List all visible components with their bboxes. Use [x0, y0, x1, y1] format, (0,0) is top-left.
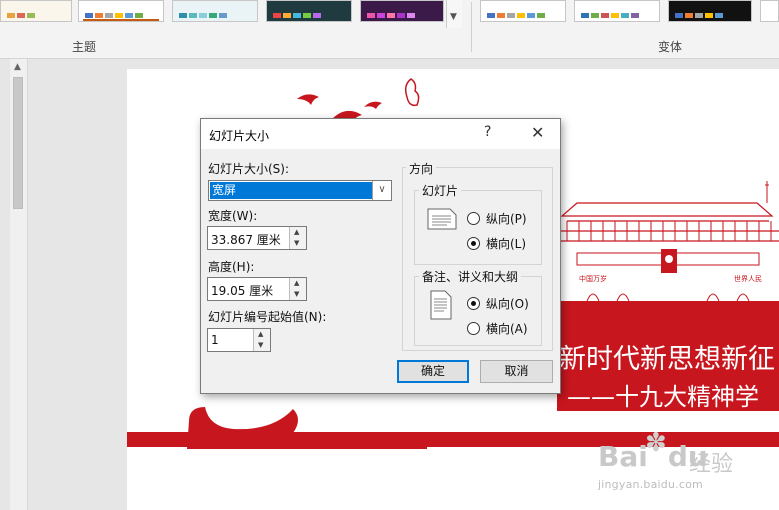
slide-size-value: 宽屏 [210, 182, 373, 199]
spin-down-icon[interactable]: ▼ [258, 341, 263, 349]
variant-thumbnail-1[interactable] [480, 0, 566, 22]
chevron-down-icon[interactable]: ∨ [372, 181, 391, 200]
width-spin-buttons[interactable]: ▲ ▼ [289, 227, 306, 249]
slides-group-label: 幻灯片 [419, 182, 462, 199]
variant-thumbnail-2[interactable] [574, 0, 660, 22]
start-spin-buttons[interactable]: ▲ ▼ [253, 329, 270, 351]
theme-thumbnail-2[interactable] [78, 0, 164, 22]
start-number-value[interactable]: 1 [211, 333, 219, 347]
notes-group-label: 备注、讲义和大纲 [419, 268, 522, 285]
height-value[interactable]: 19.05 厘米 [211, 282, 273, 299]
portrait-page-icon [430, 290, 452, 320]
spin-down-icon[interactable]: ▼ [294, 290, 299, 298]
slides-landscape-label[interactable]: 横向(L) [486, 235, 526, 252]
spin-up-icon[interactable]: ▲ [294, 279, 299, 287]
help-button[interactable]: ? [484, 124, 491, 140]
jingyan-text: 经验 [689, 452, 734, 477]
vertical-scrollbar[interactable]: ▲ [10, 59, 28, 510]
slides-portrait-label[interactable]: 纵向(P) [486, 210, 527, 227]
watermark-url: jingyan.baidu.com [598, 478, 703, 491]
chevron-down-icon: ▼ [450, 12, 457, 22]
scrollbar-thumb[interactable] [13, 77, 23, 209]
theme-thumbnail-5[interactable] [360, 0, 444, 22]
slides-landscape-radio[interactable] [467, 237, 480, 250]
notes-portrait-radio[interactable] [467, 297, 480, 310]
orientation-label: 方向 [406, 160, 437, 177]
width-label: 宽度(W): [208, 209, 258, 223]
width-value[interactable]: 33.867 厘米 [211, 231, 281, 248]
banner-left-text: 中国万岁 [579, 275, 607, 283]
variants-group-label: 变体 [658, 40, 683, 54]
landscape-page-icon [427, 208, 457, 230]
ribbon-separator [471, 2, 472, 52]
scroll-up-icon[interactable]: ▲ [14, 62, 21, 72]
ok-button[interactable]: 确定 [397, 360, 469, 383]
slide-size-label: 幻灯片大小(S): [208, 162, 290, 176]
theme-thumbnail-3[interactable] [172, 0, 258, 22]
banner-right-text: 世界人民 [734, 275, 762, 283]
dialog-titlebar[interactable]: 幻灯片大小 ? ✕ [201, 119, 560, 149]
baidu-jingyan-watermark: Bai du ✽ 经验 jingyan.baidu.com [590, 428, 760, 500]
slide-size-dialog: 幻灯片大小 ? ✕ 幻灯片大小(S): 宽屏 ∨ 宽度(W): 33.867 厘… [200, 118, 561, 394]
start-number-label: 幻灯片编号起始值(N): [208, 310, 327, 324]
gallery-more-button[interactable]: ▼ [446, 0, 462, 28]
dialog-title: 幻灯片大小 [209, 129, 270, 143]
spin-up-icon[interactable]: ▲ [258, 330, 263, 338]
start-number-spinner[interactable]: 1 ▲ ▼ [207, 328, 271, 352]
height-label: 高度(H): [208, 260, 255, 274]
cancel-button[interactable]: 取消 [480, 360, 553, 383]
variant-thumbnail-3[interactable] [668, 0, 752, 22]
notes-portrait-label[interactable]: 纵向(O) [486, 295, 529, 312]
slide-size-select[interactable]: 宽屏 ∨ [208, 180, 392, 201]
notes-landscape-label[interactable]: 横向(A) [486, 320, 528, 337]
slides-portrait-radio[interactable] [467, 212, 480, 225]
themes-group-label: 主题 [72, 40, 97, 54]
variant-thumbnail-4[interactable] [760, 0, 779, 22]
theme-thumbnail-1[interactable] [0, 0, 72, 22]
close-icon[interactable]: ✕ [531, 123, 544, 142]
theme-thumbnail-4[interactable] [266, 0, 352, 22]
paw-icon: ✽ [645, 428, 667, 458]
slide-subtitle[interactable]: ——十九大精神学 [567, 377, 779, 412]
width-spinner[interactable]: 33.867 厘米 ▲ ▼ [207, 226, 307, 250]
spin-up-icon[interactable]: ▲ [294, 228, 299, 236]
height-spinner[interactable]: 19.05 厘米 ▲ ▼ [207, 277, 307, 301]
notes-landscape-radio[interactable] [467, 322, 480, 335]
spin-down-icon[interactable]: ▼ [294, 239, 299, 247]
slide-headline[interactable]: 新时代新思想新征 [559, 337, 779, 376]
design-ribbon: ▼ 主题 变体 [0, 0, 779, 59]
height-spin-buttons[interactable]: ▲ ▼ [289, 278, 306, 300]
